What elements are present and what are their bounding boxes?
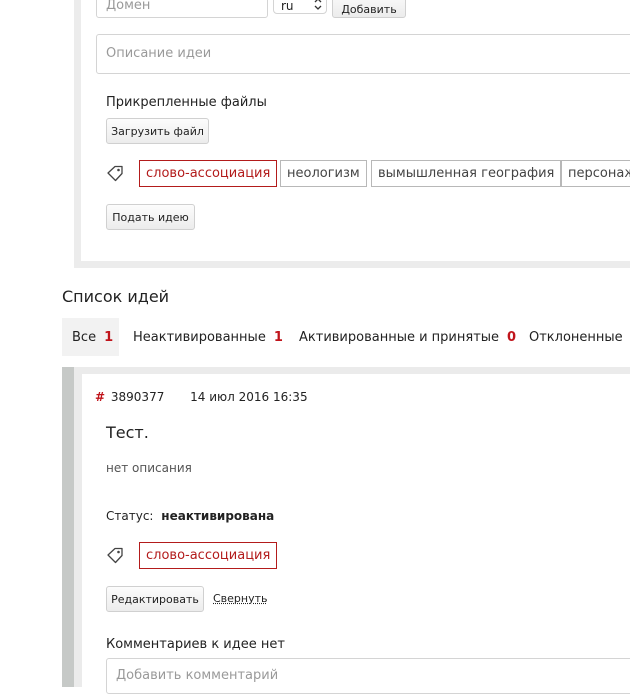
idea-hash-icon: # (95, 390, 106, 404)
status-label: Статус: (106, 509, 154, 523)
edit-idea-button[interactable]: Редактировать (106, 586, 204, 612)
language-select[interactable]: ru (273, 0, 327, 14)
status-value: неактивирована (161, 509, 275, 523)
tab-label: Неактивированные (133, 329, 266, 345)
idea-description: нет описания (106, 461, 192, 475)
tag-character[interactable]: персонаж (561, 160, 630, 187)
tab-inactive[interactable]: Неактивированные 1 (133, 318, 283, 356)
tab-label: Отклоненные (529, 329, 623, 345)
tag-label: персонаж (568, 166, 630, 181)
description-placeholder: Описание идеи (106, 46, 212, 61)
select-arrows-icon (314, 0, 322, 10)
tab-all[interactable]: Все 1 (72, 318, 113, 356)
attached-files-label: Прикрепленные файлы (106, 95, 267, 110)
tab-activated-accepted[interactable]: Активированные и принятые 0 (299, 318, 516, 356)
tag-word-association[interactable]: слово-ассоциация (139, 160, 278, 187)
idea-meta: # 3890377 14 июл 2016 16:35 (95, 390, 308, 404)
idea-tag-word-association[interactable]: слово-ассоциация (139, 542, 278, 569)
comments-label: Комментариев к идее нет (106, 637, 285, 652)
tag-label: слово-ассоциация (146, 548, 271, 563)
tag-label: неологизм (287, 166, 360, 181)
add-domain-button-label: Добавить (341, 2, 397, 16)
tag-label: вымышленная география (378, 166, 555, 181)
comment-placeholder: Добавить комментарий (116, 668, 279, 683)
comment-input[interactable]: Добавить комментарий (106, 658, 630, 694)
description-field[interactable]: Описание идеи (96, 34, 630, 74)
idea-status-bar (62, 367, 74, 687)
tag-fictional-geography[interactable]: вымышленная география (371, 160, 562, 187)
tag-icon (107, 165, 123, 182)
idea-title: Тест. (106, 423, 149, 442)
submit-idea-button[interactable]: Подать идею (106, 204, 195, 230)
upload-file-button-label: Загрузить файл (111, 124, 204, 138)
tag-icon (107, 547, 123, 564)
tab-count: 0 (507, 329, 517, 345)
tab-count: 1 (104, 329, 114, 345)
edit-idea-button-label: Редактировать (111, 592, 199, 606)
tab-rejected[interactable]: Отклоненные 0 (529, 318, 630, 356)
idea-list-title: Список идей (62, 287, 170, 306)
upload-file-button[interactable]: Загрузить файл (106, 118, 209, 144)
domain-placeholder: Домен (106, 0, 151, 13)
idea-id: 3890377 (110, 390, 165, 404)
submit-idea-button-label: Подать идею (112, 210, 189, 224)
tab-label: Все (72, 329, 97, 345)
tab-count: 1 (273, 329, 283, 345)
tab-label: Активированные и принятые (299, 329, 500, 345)
idea-date: 14 июл 2016 16:35 (190, 390, 308, 404)
domain-input[interactable]: Домен (96, 0, 268, 18)
language-select-value: ru (281, 0, 294, 13)
idea-status: Статус: неактивирована (106, 509, 274, 523)
collapse-link[interactable]: Свернуть (213, 592, 268, 605)
tag-label: слово-ассоциация (146, 166, 271, 181)
add-domain-button[interactable]: Добавить (332, 0, 406, 18)
tag-neologism[interactable]: неологизм (280, 160, 367, 187)
